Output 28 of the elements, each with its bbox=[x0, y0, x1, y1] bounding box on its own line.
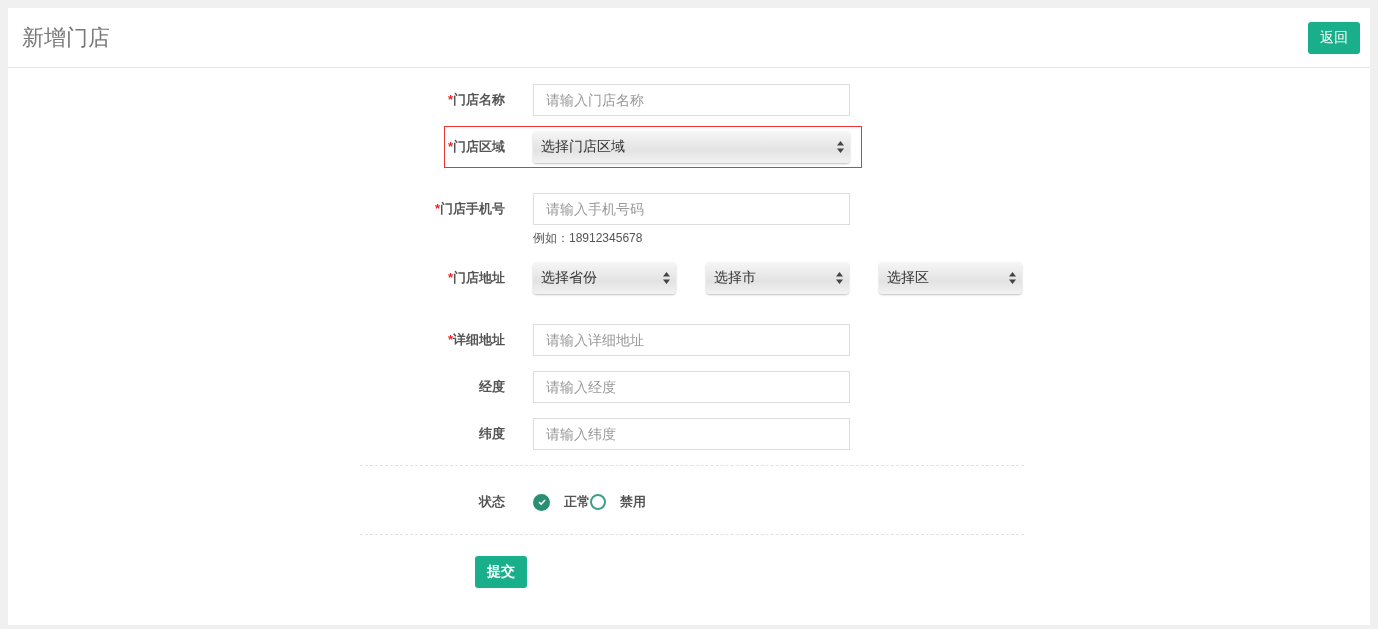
radio-button[interactable] bbox=[590, 494, 606, 510]
radio-label[interactable]: 禁用 bbox=[620, 493, 646, 511]
field-label: 纬度 bbox=[478, 425, 505, 443]
radio-button[interactable] bbox=[533, 493, 550, 511]
field-label: *门店名称 bbox=[446, 91, 505, 109]
input-field[interactable]: 请输入门店名称 bbox=[533, 84, 850, 116]
field-label: *详细地址 bbox=[446, 331, 505, 349]
dropdown-select[interactable]: 选择市 bbox=[706, 262, 849, 294]
input-field[interactable]: 请输入详细地址 bbox=[533, 324, 850, 356]
field-label: *门店地址 bbox=[446, 269, 505, 287]
dropdown-select[interactable]: 选择区 bbox=[879, 262, 1022, 294]
sort-arrows-icon bbox=[837, 141, 844, 153]
sort-arrows-icon bbox=[836, 272, 843, 284]
check-icon bbox=[536, 497, 547, 507]
sort-arrows-icon bbox=[1009, 272, 1016, 284]
dropdown-select[interactable]: 选择门店区域 bbox=[533, 131, 850, 163]
field-label: *门店手机号 bbox=[433, 200, 505, 218]
hint-text: 例如：18912345678 bbox=[533, 231, 644, 245]
input-field[interactable]: 请输入经度 bbox=[533, 371, 850, 403]
page-title: 新增门店 bbox=[22, 23, 110, 52]
input-field[interactable]: 请输入纬度 bbox=[533, 418, 850, 450]
sort-arrows-icon bbox=[663, 272, 670, 284]
field-label: *门店区域 bbox=[446, 138, 505, 156]
input-field[interactable]: 请输入手机号码 bbox=[533, 193, 850, 225]
dropdown-select[interactable]: 选择省份 bbox=[533, 262, 676, 294]
field-label: 状态 bbox=[477, 493, 505, 511]
radio-label[interactable]: 正常 bbox=[564, 493, 590, 511]
field-label: 经度 bbox=[478, 378, 505, 396]
